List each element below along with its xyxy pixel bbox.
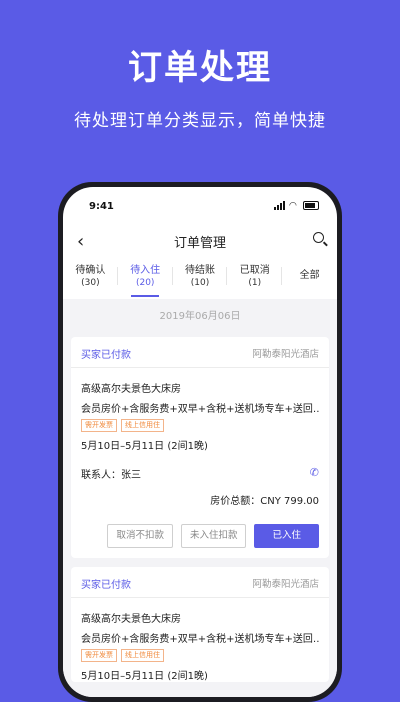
tab-active-indicator bbox=[131, 295, 160, 297]
date-header: 2019年06月06日 bbox=[159, 311, 241, 322]
room-type: 高级高尔夫景色大床房 bbox=[81, 384, 181, 395]
order-actions: 取消不扣款 未入住扣款 已入住 bbox=[81, 524, 319, 558]
order-list[interactable]: 2019年06月06日 买家已付款 阿勒泰阳光酒店 高级高尔夫景色大床房 会员房… bbox=[63, 299, 337, 697]
tag-invoice: 需开发票 bbox=[81, 649, 117, 662]
hero-subtitle: 待处理订单分类显示，简单快捷 bbox=[74, 111, 326, 131]
wifi-icon: ◠ bbox=[289, 200, 297, 211]
tab-count: (20) bbox=[135, 278, 155, 288]
room-type: 高级高尔夫景色大床房 bbox=[81, 614, 181, 625]
contact-name: 联系人：张三 bbox=[81, 470, 141, 481]
tab-count: (1) bbox=[248, 278, 262, 288]
status-icons: ◠ bbox=[274, 201, 319, 210]
stay-dates: 5月10日–5月11日 (2间1晚) bbox=[81, 441, 208, 452]
status-time: 9:41 bbox=[89, 201, 114, 212]
order-tags: 需开发票 线上信用住 bbox=[81, 649, 319, 662]
search-icon[interactable] bbox=[313, 232, 328, 247]
rate-plan: 会员房价+含服务费+双早+含税+送机场专车+送回… bbox=[81, 634, 319, 645]
no-show-charge-button[interactable]: 未入住扣款 bbox=[180, 524, 247, 548]
tab-all[interactable]: 全部 bbox=[282, 261, 337, 295]
tag-credit-stay: 线上信用住 bbox=[121, 649, 164, 662]
tab-pending-checkout[interactable]: 待结账 (10) bbox=[173, 261, 228, 295]
hotel-name: 阿勒泰阳光酒店 bbox=[252, 349, 319, 360]
order-status: 买家已付款 bbox=[81, 350, 131, 361]
order-card-header: 买家已付款 阿勒泰阳光酒店 bbox=[71, 567, 329, 598]
order-card-body: 高级高尔夫景色大床房 会员房价+含服务费+双早+含税+送机场专车+送回… 需开发… bbox=[71, 598, 329, 682]
order-card[interactable]: 买家已付款 阿勒泰阳光酒店 高级高尔夫景色大床房 会员房价+含服务费+双早+含税… bbox=[71, 337, 329, 558]
order-card[interactable]: 买家已付款 阿勒泰阳光酒店 高级高尔夫景色大床房 会员房价+含服务费+双早+含税… bbox=[71, 567, 329, 682]
order-tabs: 待确认 (30) 待入住 (20) 待结账 (10) 已取消 (1) 全部 bbox=[63, 261, 337, 297]
hotel-name: 阿勒泰阳光酒店 bbox=[252, 579, 319, 590]
order-tags: 需开发票 线上信用住 bbox=[81, 419, 319, 432]
tab-label: 已取消 bbox=[239, 265, 270, 276]
order-card-body: 高级高尔夫景色大床房 会员房价+含服务费+双早+含税+送机场专车+送回… 需开发… bbox=[71, 368, 329, 558]
tab-cancelled[interactable]: 已取消 (1) bbox=[227, 261, 283, 295]
order-card-header: 买家已付款 阿勒泰阳光酒店 bbox=[71, 337, 329, 368]
rate-plan: 会员房价+含服务费+双早+含税+送机场专车+送回… bbox=[81, 404, 319, 415]
tab-pending-confirm[interactable]: 待确认 (30) bbox=[63, 261, 118, 295]
checked-in-button[interactable]: 已入住 bbox=[254, 524, 319, 548]
stay-dates: 5月10日–5月11日 (2间1晚) bbox=[81, 671, 208, 682]
tab-label: 待确认 bbox=[75, 265, 106, 276]
battery-icon bbox=[303, 201, 319, 210]
hero-title: 订单处理 bbox=[128, 48, 272, 88]
tag-credit-stay: 线上信用住 bbox=[121, 419, 164, 432]
tab-label: 待结账 bbox=[184, 265, 215, 276]
phone-frame: 9:41 ◠ ‹ 订单管理 待确认 (30) 待入住 (20) 待结账 (10)… bbox=[58, 182, 342, 702]
phone-screen: 9:41 ◠ ‹ 订单管理 待确认 (30) 待入住 (20) 待结账 (10)… bbox=[63, 187, 337, 697]
tab-label: 待入住 bbox=[130, 265, 161, 276]
tag-invoice: 需开发票 bbox=[81, 419, 117, 432]
order-status: 买家已付款 bbox=[81, 580, 131, 591]
signal-icon bbox=[274, 201, 285, 210]
tab-label: 全部 bbox=[299, 270, 320, 281]
cancel-no-charge-button[interactable]: 取消不扣款 bbox=[107, 524, 173, 548]
total-price: 房价总额：CNY 799.00 bbox=[210, 496, 319, 507]
tab-count: (10) bbox=[190, 278, 210, 288]
page-title: 订单管理 bbox=[173, 236, 226, 251]
navbar: ‹ 订单管理 bbox=[63, 227, 337, 255]
tab-pending-checkin[interactable]: 待入住 (20) bbox=[118, 261, 173, 297]
contact-row: 联系人：张三 ✆ bbox=[81, 466, 319, 481]
phone-icon[interactable]: ✆ bbox=[310, 466, 319, 479]
tab-count: (30) bbox=[81, 278, 100, 288]
